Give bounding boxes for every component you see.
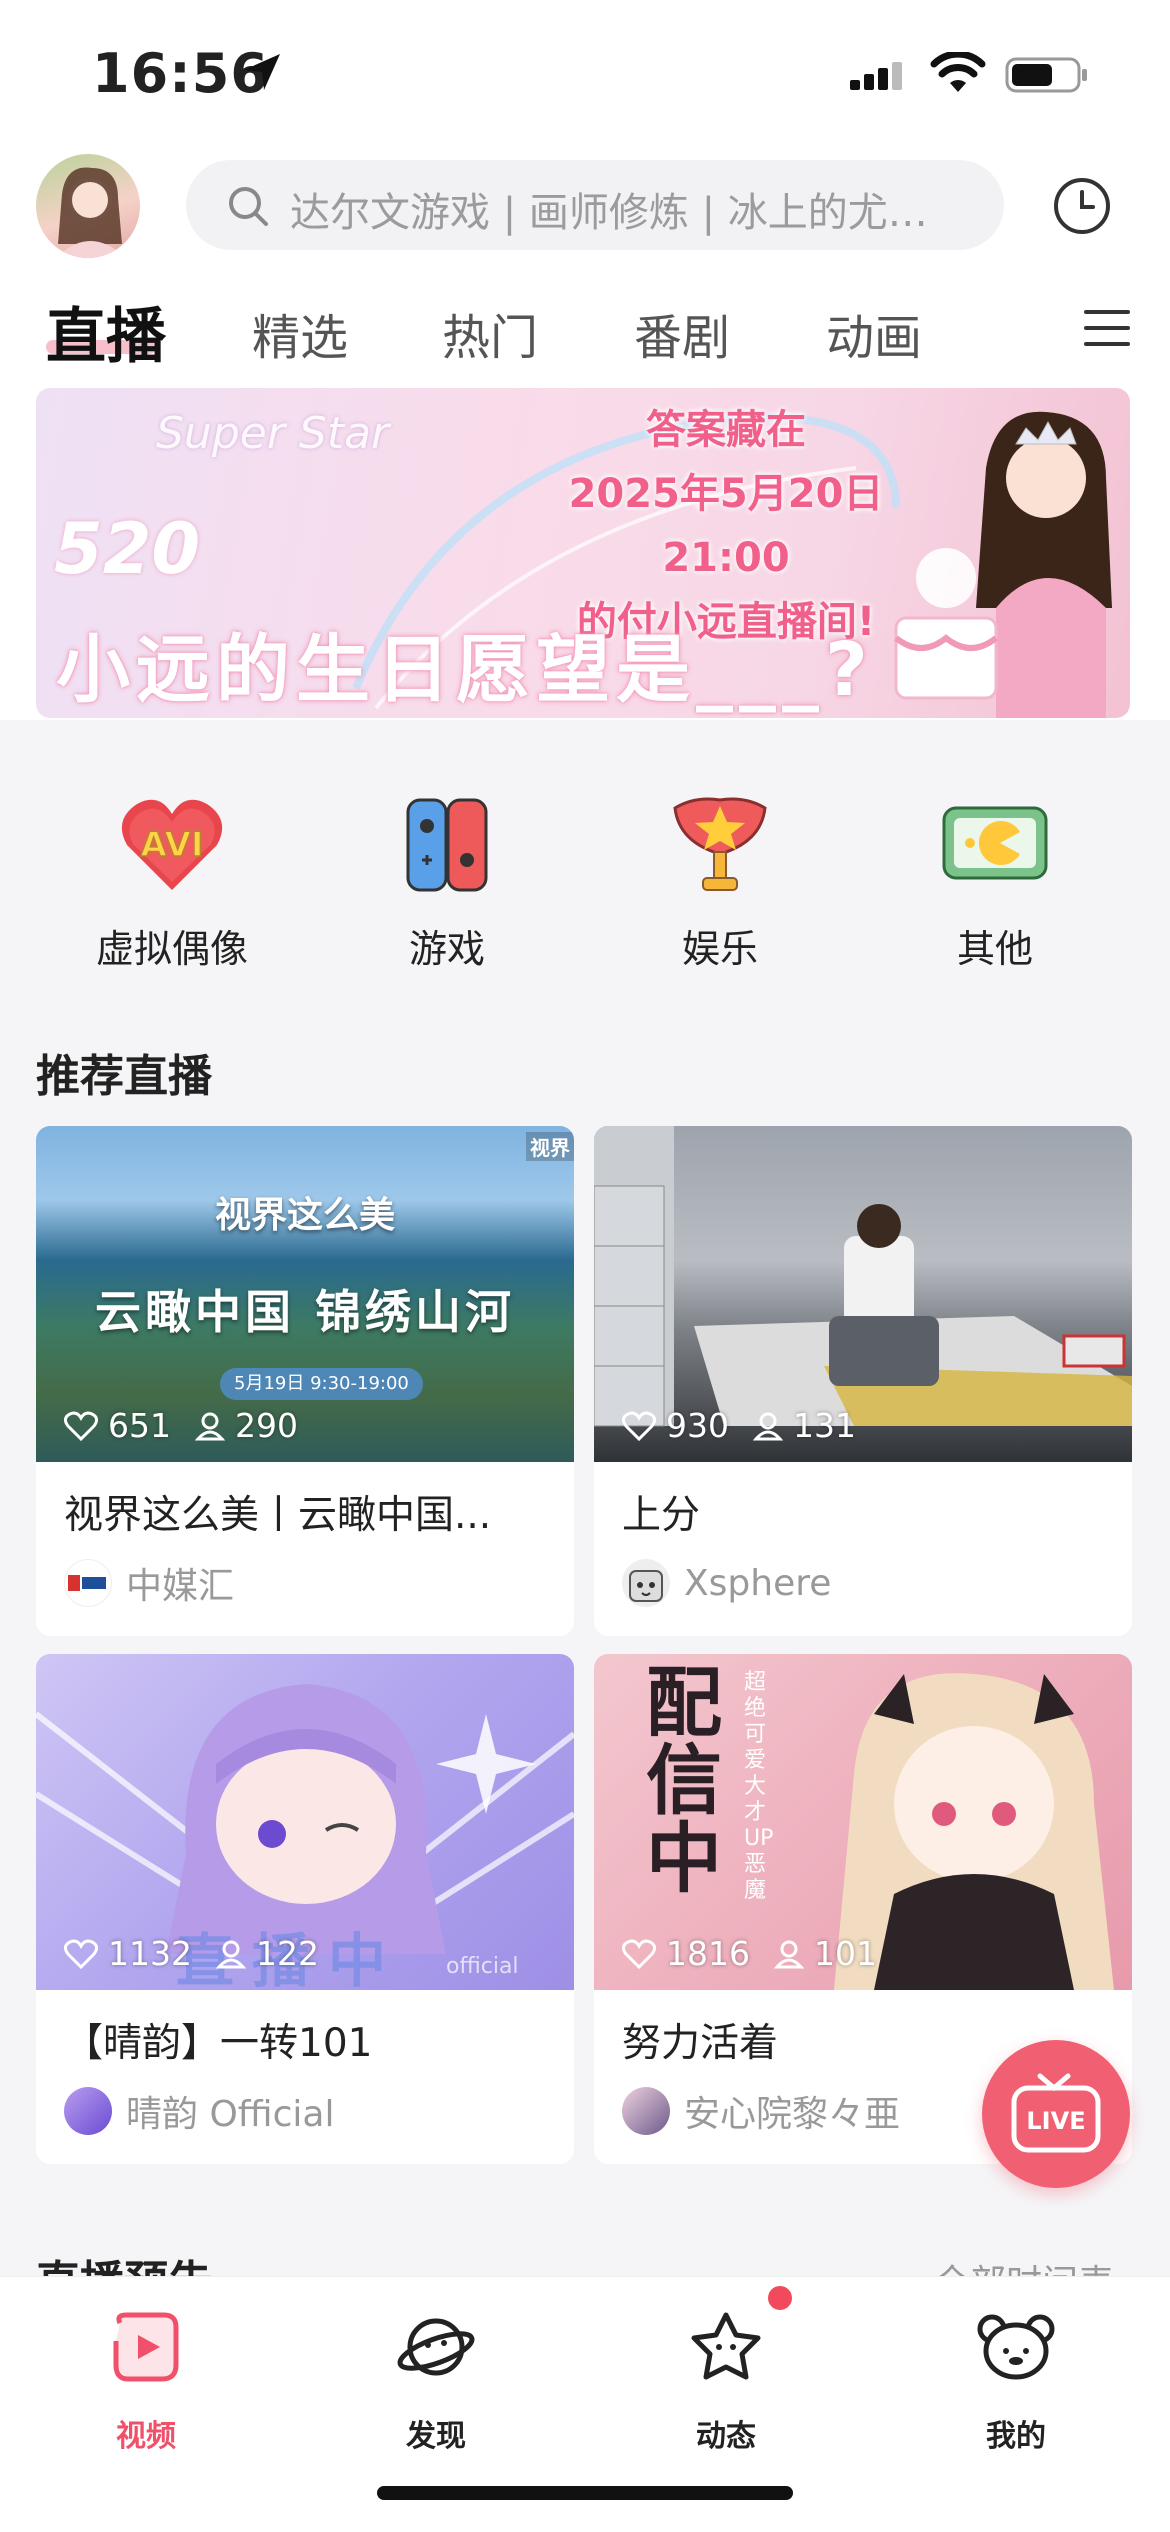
live-tv-icon: LIVE — [1011, 2073, 1101, 2153]
owner-avatar — [622, 2087, 670, 2135]
heart-icon — [622, 1411, 656, 1441]
thumb-big-text: 配信中 — [646, 1658, 722, 1903]
owner-name: 中媒汇 — [126, 1566, 235, 1607]
search-placeholder: 达尔文游戏 | 画师修炼 | 冰上的尤… — [290, 190, 928, 236]
cellular-signal-icon — [850, 62, 902, 90]
avi-heart-icon: AVI — [121, 799, 223, 890]
viewer-icon — [215, 1940, 246, 1968]
banner-wordmark: Super Star — [156, 408, 390, 459]
banner-line-2: 2025年5月20日21:00 — [568, 471, 884, 581]
wifi-icon — [930, 52, 986, 92]
section-title-recommended: 推荐直播 — [36, 1051, 212, 1102]
heart-icon — [64, 1411, 98, 1441]
card-stats: 1816 101 — [622, 1934, 877, 1973]
viewer-icon — [195, 1412, 225, 1440]
card-title: 上分 — [622, 1493, 701, 1538]
thumb-subtitle: 云瞰中国 锦绣山河 — [94, 1285, 515, 1339]
card-owner[interactable]: 中媒汇 — [64, 1558, 234, 1608]
history-clock-icon[interactable] — [1052, 176, 1112, 236]
search-icon — [229, 187, 268, 226]
likes-count: 651 — [108, 1406, 171, 1445]
nav-label: 视频 — [116, 2419, 176, 2454]
card-title: 视界这么美丨云瞰中国... — [64, 1493, 492, 1538]
banner-line-1: 答案藏在 — [646, 407, 806, 453]
pacman-screen-icon — [942, 806, 1048, 880]
banner-cake-image — [894, 548, 998, 700]
planet-icon — [397, 2318, 475, 2376]
viewer-icon — [773, 1940, 804, 1968]
likes-count: 930 — [666, 1406, 729, 1445]
card-stats: 651 290 — [64, 1406, 298, 1445]
card-stats: 1132 122 — [64, 1934, 319, 1973]
nav-label: 动态 — [696, 2419, 756, 2454]
thumb-date: 5月19日 9:30-19:00 — [220, 1368, 423, 1400]
live-card[interactable]: 直播中 official 1132 122 【晴韵】一转101 晴韵 Offic… — [36, 1654, 574, 2164]
live-card[interactable]: 930 131 上分 Xsphere — [594, 1126, 1132, 1636]
nav-label: 我的 — [986, 2419, 1046, 2454]
owner-name: 晴韵 Official — [126, 2094, 335, 2135]
heart-icon — [622, 1939, 656, 1969]
battery-icon — [1005, 57, 1087, 93]
search-bar[interactable]: 达尔文游戏 | 画师修炼 | 冰上的尤… — [186, 160, 1004, 250]
live-card[interactable]: 云瞰中国 锦绣山河 视界这么美 5月19日 9:30-19:00 视界 651 … — [36, 1126, 574, 1636]
location-arrow-icon — [244, 54, 280, 90]
category-label: 虚拟偶像 — [95, 927, 248, 971]
owner-name: Xsphere — [684, 1562, 832, 1604]
banner-520: 520 — [54, 508, 201, 590]
viewers-count: 131 — [793, 1406, 856, 1445]
live-fab-button[interactable]: LIVE — [982, 2040, 1130, 2188]
viewers-count: 122 — [255, 1934, 319, 1973]
viewer-icon — [753, 1412, 783, 1440]
game-console-icon — [406, 798, 488, 892]
viewers-count: 101 — [813, 1934, 877, 1973]
card-owner[interactable]: 晴韵 Official — [64, 2086, 334, 2136]
svg-text:AVI: AVI — [141, 825, 204, 865]
promo-banner[interactable]: Super Star 520 答案藏在 2025年5月20日21:00 的付小远… — [36, 388, 1130, 718]
tab-live[interactable]: 直播 — [46, 288, 166, 375]
tab-popular[interactable]: 热门 — [442, 298, 538, 368]
home-indicator — [377, 2486, 793, 2500]
viewers-count: 290 — [235, 1406, 298, 1445]
category-label: 其他 — [956, 927, 1033, 971]
card-owner[interactable]: Xsphere — [622, 1558, 831, 1608]
status-bar: 16:56 — [0, 0, 1170, 150]
card-title: 【晴韵】一转101 — [64, 2021, 373, 2066]
trophy-star-icon — [673, 797, 767, 891]
bear-face-icon — [977, 2314, 1055, 2380]
menu-icon[interactable] — [1082, 306, 1132, 350]
owner-avatar — [622, 1559, 670, 1607]
star-face-icon — [691, 2312, 761, 2380]
owner-name: 安心院黎々亜 — [684, 2094, 901, 2135]
likes-count: 1816 — [666, 1934, 750, 1973]
category-label: 娱乐 — [681, 927, 758, 971]
thumb-tag: 视界 — [526, 1132, 574, 1161]
tab-featured[interactable]: 精选 — [252, 298, 348, 368]
tab-animation[interactable]: 动画 — [826, 298, 922, 368]
user-avatar[interactable] — [36, 154, 140, 258]
thumb-tag: official — [446, 1954, 519, 1979]
likes-count: 1132 — [108, 1934, 192, 1973]
thumb-title: 视界这么美 — [214, 1195, 395, 1236]
video-play-icon — [113, 2312, 179, 2382]
category-label: 游戏 — [408, 927, 485, 971]
card-stats: 930 131 — [622, 1406, 856, 1445]
card-owner[interactable]: 安心院黎々亜 — [622, 2086, 900, 2136]
thumb-vertical-text: 超绝可爱大才UP恶魔 — [744, 1670, 774, 1903]
tab-series[interactable]: 番剧 — [634, 298, 730, 368]
updates-badge-dot — [768, 2286, 792, 2310]
owner-avatar — [64, 2087, 112, 2135]
nav-label: 发现 — [406, 2419, 466, 2454]
heart-icon — [64, 1939, 98, 1969]
live-fab-label: LIVE — [1026, 2107, 1085, 2135]
banner-wish: 小远的生日愿望是___? — [56, 627, 874, 713]
owner-avatar — [64, 1559, 112, 1607]
